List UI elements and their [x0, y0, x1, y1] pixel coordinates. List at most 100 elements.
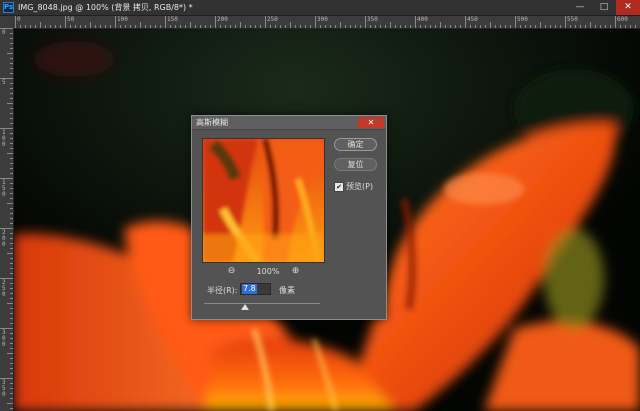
ruler-minor-tick [275, 25, 276, 28]
radius-input[interactable]: 7.8 [240, 283, 271, 295]
ruler-minor-tick [10, 183, 13, 184]
ruler-minor-tick [170, 25, 171, 28]
ruler-minor-tick [520, 25, 521, 28]
ruler-minor-tick [255, 25, 256, 28]
ruler-minor-tick [555, 25, 556, 28]
ruler-minor-tick [580, 25, 581, 28]
ruler-label: 200 [217, 16, 228, 23]
zoom-out-icon[interactable]: ⊖ [226, 266, 237, 277]
slider-thumb-icon[interactable] [241, 304, 249, 310]
ruler-tick [465, 16, 466, 28]
close-window-button[interactable]: ✕ [616, 0, 640, 15]
ruler-minor-tick [85, 25, 86, 28]
ruler-minor-tick [320, 25, 321, 28]
ruler-minor-tick [235, 25, 236, 28]
ruler-minor-tick [10, 173, 13, 174]
ruler-minor-tick [470, 25, 471, 28]
ruler-minor-tick [10, 358, 13, 359]
ruler-minor-tick [10, 188, 13, 189]
ok-button[interactable]: 确定 [334, 138, 377, 151]
ruler-minor-tick [10, 58, 13, 59]
ruler-minor-tick [585, 25, 586, 28]
ruler-minor-tick [10, 338, 13, 339]
ruler-minor-tick [335, 25, 336, 28]
ruler-minor-tick [150, 25, 151, 28]
reset-button[interactable]: 复位 [334, 158, 377, 171]
ruler-minor-tick [10, 398, 13, 399]
vertical-ruler[interactable]: 0 5 1 0 0 1 5 0 2 0 0 2 5 0 3 0 0 3 5 0 [0, 28, 14, 411]
maximize-button[interactable]: □ [592, 0, 616, 15]
blur-preview[interactable] [202, 138, 325, 263]
radius-value: 7.8 [242, 284, 257, 294]
preview-label[interactable]: 预览(P) [346, 181, 373, 192]
ruler-minor-tick [7, 53, 13, 54]
ruler-minor-tick [210, 25, 211, 28]
ruler-minor-tick [60, 25, 61, 28]
ruler-minor-tick [545, 25, 546, 28]
ruler-minor-tick [10, 108, 13, 109]
ruler-minor-tick [495, 25, 496, 28]
ruler-minor-tick [380, 25, 381, 28]
ruler-minor-tick [10, 248, 13, 249]
ruler-minor-tick [535, 25, 536, 28]
ruler-minor-tick [10, 313, 13, 314]
ruler-minor-tick [410, 25, 411, 28]
ruler-origin[interactable] [0, 16, 14, 28]
ruler-label: 0 [17, 16, 21, 23]
ruler-minor-tick [490, 22, 491, 28]
gaussian-blur-dialog: 高斯模糊 ✕ ⊖ 100% ⊕ 半径(R): 7.8 像素 确定 复位 ✔ 预览… [191, 115, 387, 320]
ruler-minor-tick [635, 25, 636, 28]
ruler-minor-tick [10, 388, 13, 389]
ruler-minor-tick [225, 25, 226, 28]
ruler-tick [615, 16, 616, 28]
ruler-minor-tick [7, 403, 13, 404]
close-icon[interactable]: ✕ [358, 117, 384, 128]
ruler-minor-tick [10, 93, 13, 94]
radius-slider-track[interactable] [204, 303, 320, 304]
ruler-minor-tick [10, 243, 13, 244]
ruler-minor-tick [10, 308, 13, 309]
ruler-minor-tick [10, 343, 13, 344]
ruler-minor-tick [135, 25, 136, 28]
ruler-minor-tick [70, 25, 71, 28]
ruler-minor-tick [10, 163, 13, 164]
ruler-minor-tick [10, 123, 13, 124]
ruler-minor-tick [7, 203, 13, 204]
dialog-titlebar[interactable]: 高斯模糊 ✕ [192, 116, 386, 130]
zoom-in-icon[interactable]: ⊕ [290, 266, 301, 277]
ruler-minor-tick [605, 25, 606, 28]
unit-label: 像素 [279, 286, 295, 295]
ruler-minor-tick [305, 25, 306, 28]
ruler-minor-tick [245, 25, 246, 28]
document-title: IMG_8048.jpg @ 100% (背景 拷贝, RGB/8*) * [18, 3, 193, 12]
ruler-minor-tick [400, 25, 401, 28]
ruler-tick [215, 16, 216, 28]
ruler-minor-tick [390, 22, 391, 28]
checkbox-icon[interactable]: ✔ [334, 182, 344, 192]
zoom-level: 100% [256, 267, 280, 276]
horizontal-ruler[interactable]: 0 50 100 150 200 250 300 350 400 450 500 550 600 [14, 16, 640, 29]
ruler-minor-tick [10, 238, 13, 239]
ruler-minor-tick [360, 25, 361, 28]
ruler-minor-tick [510, 25, 511, 28]
ruler-minor-tick [10, 88, 13, 89]
ruler-minor-tick [10, 43, 13, 44]
document-titlebar: Ps IMG_8048.jpg @ 100% (背景 拷贝, RGB/8*) *… [0, 0, 640, 16]
ruler-minor-tick [10, 298, 13, 299]
ruler-minor-tick [525, 25, 526, 28]
ruler-label: 5 [2, 79, 6, 86]
ruler-minor-tick [285, 25, 286, 28]
ruler-minor-tick [10, 68, 13, 69]
ruler-minor-tick [435, 25, 436, 28]
ruler-minor-tick [10, 268, 13, 269]
ruler-minor-tick [180, 25, 181, 28]
ruler-minor-tick [110, 25, 111, 28]
ruler-minor-tick [505, 25, 506, 28]
ruler-label: 0 [2, 29, 6, 36]
ruler-minor-tick [120, 25, 121, 28]
ruler-minor-tick [10, 318, 13, 319]
minimize-button[interactable]: — [568, 0, 592, 15]
ruler-minor-tick [630, 25, 631, 28]
ruler-minor-tick [90, 22, 91, 28]
ruler-tick [65, 16, 66, 28]
